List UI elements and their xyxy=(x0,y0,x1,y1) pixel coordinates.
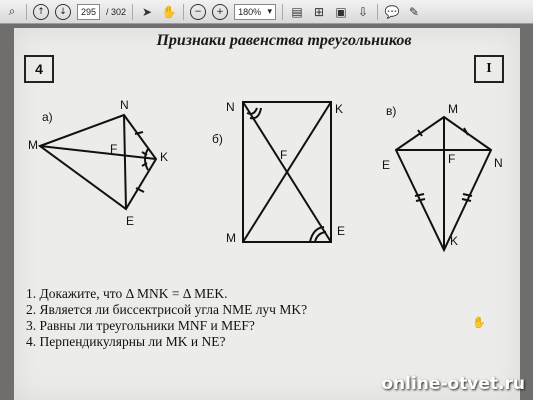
pen-icon[interactable]: ✎ xyxy=(406,4,422,20)
toolbar-divider xyxy=(282,3,284,20)
hand-icon[interactable]: ✋ xyxy=(161,4,177,20)
questions-list: 1. Докажите, что Δ MNK = Δ MEK. 2. Являе… xyxy=(26,286,307,350)
figure-v xyxy=(394,115,493,253)
hand-cursor-icon: ✋ xyxy=(472,317,486,329)
point-label: M xyxy=(226,231,236,245)
question-item: 3. Равны ли треугольники MNF и MEF? xyxy=(26,318,255,333)
point-label: E xyxy=(126,214,135,228)
question-item: 4. Перпендикулярны ли MK и NE? xyxy=(26,334,226,349)
point-label: F xyxy=(110,142,118,156)
arrow-up-icon[interactable]: ↑ xyxy=(33,3,49,20)
geometry-figures xyxy=(37,101,493,253)
comment-icon[interactable]: 💬 xyxy=(384,4,400,20)
question-item: 2. Является ли биссектрисой угла NME луч… xyxy=(26,302,308,317)
point-label: K xyxy=(450,234,459,248)
zoom-out-icon[interactable]: − xyxy=(190,3,207,20)
point-label: E xyxy=(382,158,391,172)
point-label: F xyxy=(448,152,456,166)
point-label: F xyxy=(280,148,288,162)
point-label: E xyxy=(337,224,346,238)
watermark: online-otvet.ru xyxy=(381,374,525,394)
zoom-in-icon[interactable]: + xyxy=(212,3,229,20)
page-down-icon[interactable]: ⇩ xyxy=(355,4,371,20)
figure-b xyxy=(242,101,332,243)
point-label: N xyxy=(494,156,503,170)
dropdown-icon: ▾ xyxy=(267,6,273,16)
arrow-down-icon[interactable]: ↓ xyxy=(55,3,71,20)
document-page: Признаки равенства треугольников 4 I а) … xyxy=(14,28,520,400)
page-number-input[interactable]: 295 xyxy=(77,3,101,20)
page-icon[interactable]: ▤ xyxy=(289,4,305,20)
part-v-label: в) xyxy=(386,104,397,118)
point-label: N xyxy=(226,100,235,114)
doc-icon[interactable]: ▣ xyxy=(333,4,349,20)
fit-icon[interactable]: ⊞ xyxy=(311,4,327,20)
search-icon[interactable]: ⌕ xyxy=(4,4,20,20)
part-a-label: а) xyxy=(42,110,53,124)
point-label: K xyxy=(160,150,169,164)
page-total: / 302 xyxy=(106,6,127,17)
toolbar-divider xyxy=(26,3,27,20)
toolbar-divider xyxy=(132,3,134,20)
part-b-label: б) xyxy=(212,132,223,146)
toolbar-divider xyxy=(183,3,185,20)
pointer-icon[interactable]: ➤ xyxy=(139,4,155,20)
zoom-value: 180% xyxy=(238,6,262,17)
question-item: 1. Докажите, что Δ MNK = Δ MEK. xyxy=(26,286,228,301)
point-label: K xyxy=(335,102,344,116)
point-label: N xyxy=(120,98,129,112)
toolbar-divider xyxy=(377,3,379,20)
point-label: M xyxy=(448,102,458,116)
zoom-select[interactable]: 180% ▾ xyxy=(234,3,277,20)
figure-a xyxy=(37,113,158,211)
point-label: M xyxy=(28,138,38,152)
toolbar: ⌕ ↑ ↓ 295 / 302 ➤ ✋ − + 180% ▾ ▤ ⊞ ▣ ⇩ 💬… xyxy=(0,0,533,24)
